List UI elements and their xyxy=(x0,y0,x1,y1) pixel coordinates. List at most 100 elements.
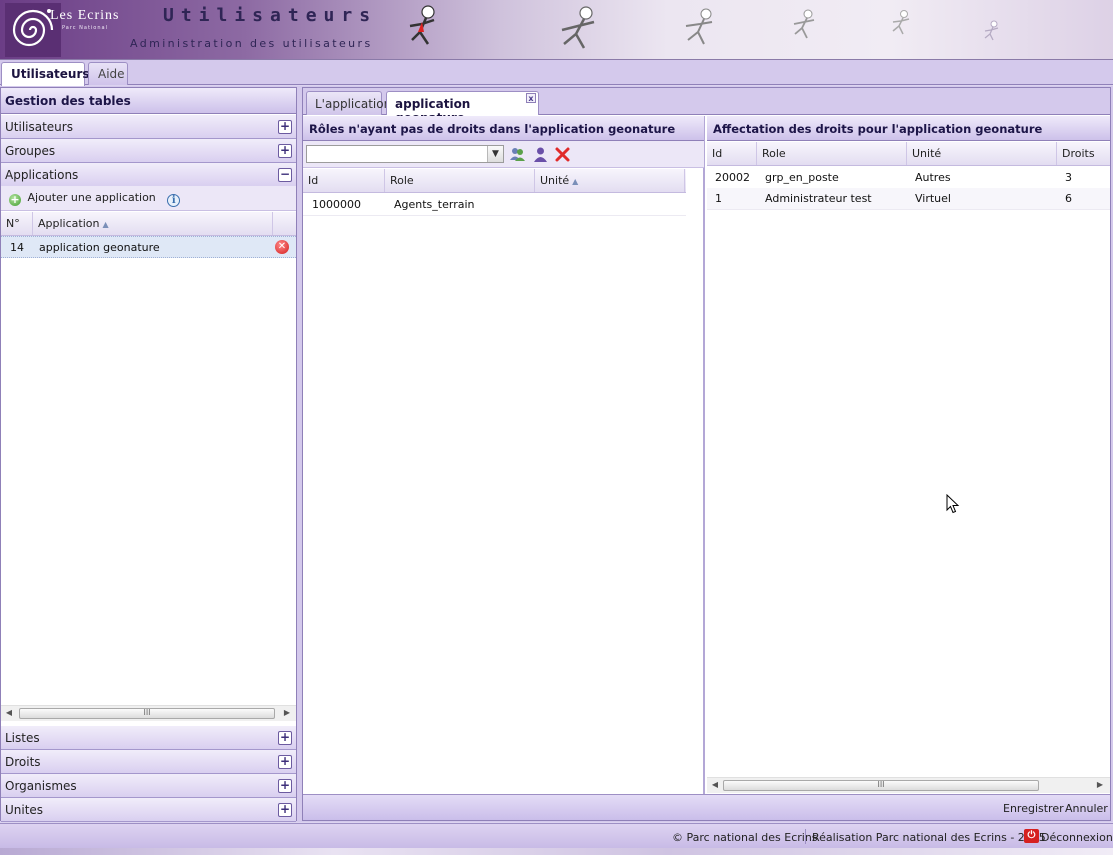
west-panel-header: Gestion des tables xyxy=(1,88,296,114)
accordion-groupes[interactable]: Groupes + xyxy=(1,139,296,163)
add-application-button[interactable]: + Ajouter une application xyxy=(9,191,159,206)
column-label: Id xyxy=(308,174,319,187)
cell-role: Administrateur test xyxy=(765,192,872,205)
scroll-right-icon[interactable]: ▶ xyxy=(281,708,293,717)
column-label: Role xyxy=(762,147,786,160)
add-user-icon[interactable] xyxy=(532,146,549,163)
column-header-application[interactable]: Application ▲ xyxy=(33,212,273,235)
brand-name: Les Ecrins xyxy=(50,8,120,23)
role-filter-combo[interactable]: ▼ xyxy=(306,145,504,163)
cell-application: application geonature xyxy=(39,241,160,254)
runner-figure-icon xyxy=(793,9,815,39)
center-tabbar: L'application application geonature x xyxy=(303,88,1110,125)
column-header-droits[interactable]: Droits xyxy=(1057,142,1110,165)
table-row[interactable]: 1000000 Agents_terrain xyxy=(303,194,686,216)
accordion-unites[interactable]: Unites + xyxy=(1,798,296,822)
runner-figure-icon xyxy=(409,5,435,45)
accordion-label: Applications xyxy=(5,168,79,182)
tab-aide[interactable]: Aide xyxy=(88,62,128,85)
pane-title: Affectation des droits pour l'applicatio… xyxy=(707,116,1110,141)
accordion-listes[interactable]: Listes + xyxy=(1,726,296,750)
runner-figure-icon xyxy=(685,8,713,45)
scroll-thumb[interactable]: III xyxy=(19,708,275,719)
accordion-utilisateurs[interactable]: Utilisateurs + xyxy=(1,115,296,139)
column-header-role[interactable]: Role xyxy=(757,142,907,165)
column-label: Droits xyxy=(1062,147,1095,160)
close-icon[interactable]: x xyxy=(526,93,536,103)
app-banner: Les Ecrins Parc National Utilisateurs Ad… xyxy=(0,0,1113,60)
column-header-unite[interactable]: Unité xyxy=(907,142,1057,165)
runner-figure-icon xyxy=(561,6,595,49)
info-icon[interactable]: i xyxy=(167,194,181,207)
logout-button[interactable]: Déconnexion xyxy=(1041,831,1113,844)
cell-role: Agents_terrain xyxy=(394,198,475,211)
column-label: Id xyxy=(712,147,723,160)
column-header-role[interactable]: Role xyxy=(385,169,535,192)
add-group-icon[interactable] xyxy=(509,146,526,163)
applications-panel-body: + Ajouter une application i N° Applicati… xyxy=(1,186,296,721)
column-header-id[interactable]: Id xyxy=(303,169,385,192)
column-header-number[interactable]: N° xyxy=(1,212,33,235)
expand-icon[interactable]: + xyxy=(278,779,292,793)
chevron-down-icon[interactable]: ▼ xyxy=(487,146,503,162)
expand-icon[interactable]: + xyxy=(278,120,292,134)
desktop-background-strip xyxy=(0,848,1113,855)
copyright-text: © Parc national des Ecrins xyxy=(672,831,818,844)
expand-icon[interactable]: + xyxy=(278,144,292,158)
horizontal-scrollbar[interactable]: ◀ III ▶ xyxy=(707,777,1110,793)
column-label: Application xyxy=(38,217,100,230)
accordion-applications[interactable]: Applications − xyxy=(1,163,296,187)
center-footer-bar: Enregistrer Annuler xyxy=(303,794,1110,820)
column-label: Role xyxy=(390,174,414,187)
cell-unite: Autres xyxy=(915,171,951,184)
brand-subtitle: Parc National xyxy=(62,25,108,31)
table-row[interactable]: 1 Administrateur test Virtuel 6 xyxy=(707,188,1110,210)
west-panel: Gestion des tables Utilisateurs + Groupe… xyxy=(0,87,297,822)
rights-assignment-pane: Affectation des droits pour l'applicatio… xyxy=(707,116,1110,794)
tab-utilisateurs[interactable]: Utilisateurs xyxy=(1,62,90,86)
cancel-button[interactable]: Annuler xyxy=(1065,802,1108,815)
accordion-label: Unites xyxy=(5,803,44,817)
expand-icon[interactable]: + xyxy=(278,755,292,769)
cell-droits: 6 xyxy=(1065,192,1072,205)
scroll-left-icon[interactable]: ◀ xyxy=(3,708,15,717)
cell-unite xyxy=(539,194,549,202)
app-title: Utilisateurs xyxy=(163,5,378,26)
cell-droits: 3 xyxy=(1065,171,1072,184)
column-header-unite[interactable]: Unité ▲ xyxy=(535,169,685,192)
delete-icon[interactable] xyxy=(554,146,571,163)
roles-grid-header: Id Role Unité ▲ xyxy=(303,169,686,193)
power-icon[interactable]: ⏻ xyxy=(1024,829,1039,843)
collapse-icon[interactable]: − xyxy=(278,168,292,182)
tab-application-geonature[interactable]: application geonature x xyxy=(386,91,539,125)
expand-icon[interactable]: + xyxy=(278,731,292,745)
accordion-label: Utilisateurs xyxy=(5,120,73,134)
scroll-thumb[interactable]: III xyxy=(723,780,1039,791)
cell-unite: Virtuel xyxy=(915,192,951,205)
accordion-label: Organismes xyxy=(5,779,77,793)
accordion-organismes[interactable]: Organismes + xyxy=(1,774,296,798)
expand-icon[interactable]: + xyxy=(278,803,292,817)
column-header-id[interactable]: Id xyxy=(707,142,757,165)
scroll-left-icon[interactable]: ◀ xyxy=(709,780,721,789)
roles-toolbar: ▼ xyxy=(303,141,704,168)
horizontal-scrollbar[interactable]: ◀ III ▶ xyxy=(1,705,296,721)
table-row[interactable]: 14 application geonature ✕ xyxy=(1,236,296,258)
accordion-droits[interactable]: Droits + xyxy=(1,750,296,774)
table-row[interactable]: 20002 grp_en_poste Autres 3 xyxy=(707,167,1110,189)
save-button[interactable]: Enregistrer xyxy=(1003,802,1064,815)
delete-icon[interactable]: ✕ xyxy=(275,240,289,254)
scroll-right-icon[interactable]: ▶ xyxy=(1094,780,1106,789)
sort-asc-icon: ▲ xyxy=(102,220,109,229)
rights-grid-header: Id Role Unité Droits xyxy=(707,142,1110,166)
accordion-label: Groupes xyxy=(5,144,56,158)
sort-asc-icon: ▲ xyxy=(572,177,579,186)
cell-id: 1000000 xyxy=(312,198,361,211)
accordion-label: Listes xyxy=(5,731,40,745)
status-bar: © Parc national des Ecrins Réalisation P… xyxy=(0,823,1113,848)
cell-role: grp_en_poste xyxy=(765,171,839,184)
column-label: N° xyxy=(6,217,20,230)
app-subtitle: Administration des utilisateurs xyxy=(130,37,373,50)
main-tabbar: Utilisateurs Aide xyxy=(0,60,1113,86)
tab-application[interactable]: L'application xyxy=(306,91,391,115)
